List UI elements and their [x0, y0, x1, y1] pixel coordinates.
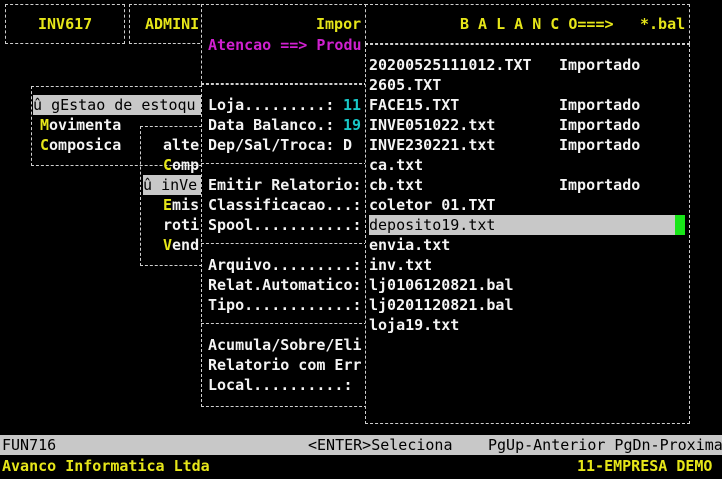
file-row[interactable]: INVE230221.txt Importado	[369, 135, 685, 155]
file-row[interactable]: cb.txt Importado	[369, 175, 685, 195]
relat-automatico-label: Relat.Automatico:	[208, 276, 362, 294]
spool-label: Spool...........:	[208, 216, 362, 234]
function-code: FUN716	[2, 436, 57, 454]
divider	[201, 163, 367, 164]
footer-bar: Avanco Informatica Ltda 11-EMPRESA DEMO	[0, 456, 722, 476]
program-code: INV617	[38, 15, 93, 33]
acumula-label: Acumula/Sobre/Eli	[208, 336, 362, 354]
menu-item-gestao[interactable]: û gEstao de estoqu	[33, 95, 201, 115]
data-balanco-value[interactable]: 19	[343, 115, 361, 135]
divider	[201, 323, 367, 324]
file-row[interactable]: lj0106120821.bal	[369, 275, 685, 295]
file-row[interactable]: inv.txt	[369, 255, 685, 275]
status-bar: FUN716 <ENTER>Seleciona PgUp-Anterior Pg…	[0, 435, 722, 455]
tipo-label: Tipo............:	[208, 296, 362, 314]
file-row[interactable]: ca.txt	[369, 155, 685, 175]
submenu-item-vend[interactable]: Vend	[163, 235, 199, 255]
submenu-item-inventario[interactable]: û inVe	[143, 175, 201, 195]
dep-sal-troca-value[interactable]: D	[343, 135, 352, 155]
file-row[interactable]: loja19.txt	[369, 315, 685, 335]
hotkey: M	[40, 116, 50, 134]
production-notice: Atencao ==> Produ	[208, 36, 362, 54]
emitir-relatorio-label: Emitir Relatorio:	[208, 176, 362, 194]
empresa-label: 11-EMPRESA DEMO	[577, 457, 713, 475]
dep-sal-troca-label: Dep/Sal/Troca:	[208, 136, 335, 154]
data-balanco-label: Data Balanco.:	[208, 116, 335, 134]
arquivo-label: Arquivo.........:	[208, 256, 362, 274]
file-row[interactable]: lj0201120821.bal	[369, 295, 685, 315]
file-row[interactable]: envia.txt	[369, 235, 685, 255]
hotkey: C	[40, 136, 50, 154]
scroll-marker[interactable]	[675, 215, 685, 235]
submenu-item-comp[interactable]: Comp	[163, 155, 199, 175]
file-row[interactable]: coletor 01.TXT	[369, 195, 685, 215]
submenu-item-alte[interactable]: alte	[163, 135, 199, 155]
loja-label: Loja.........:	[208, 96, 335, 114]
divider	[201, 243, 367, 244]
file-row[interactable]: INVE051022.txt Importado	[369, 115, 685, 135]
relatorio-erro-label: Relatorio com Err	[208, 356, 362, 374]
balanco-title: B A L A N C O===>	[460, 15, 614, 33]
submenu-item-emis[interactable]: Emis	[163, 195, 199, 215]
hotkey: g	[51, 96, 61, 114]
classificacao-label: Classificacao...:	[208, 196, 362, 214]
menu-item-composicao[interactable]: Composica	[40, 135, 121, 155]
local-label: Local..........:	[208, 376, 353, 394]
file-row[interactable]: 2605.TXT	[369, 75, 685, 95]
file-row-selected[interactable]: deposito19.txt	[369, 215, 675, 235]
loja-value[interactable]: 11	[343, 95, 361, 115]
menu-item-movimenta[interactable]: Movimenta	[40, 115, 121, 135]
paging-hint: PgUp-Anterior PgDn-Proxima	[488, 436, 722, 454]
user-name: ADMINI	[145, 15, 200, 33]
import-title: Impor	[316, 15, 362, 33]
file-extension: *.bal	[640, 15, 686, 33]
file-row[interactable]: FACE15.TXT Importado	[369, 95, 685, 115]
company-name: Avanco Informatica Ltda	[2, 457, 210, 475]
enter-hint: <ENTER>Seleciona	[308, 436, 453, 454]
submenu-item-roti[interactable]: roti	[163, 215, 199, 235]
file-row[interactable]: 20200525111012.TXT Importado	[369, 55, 685, 75]
